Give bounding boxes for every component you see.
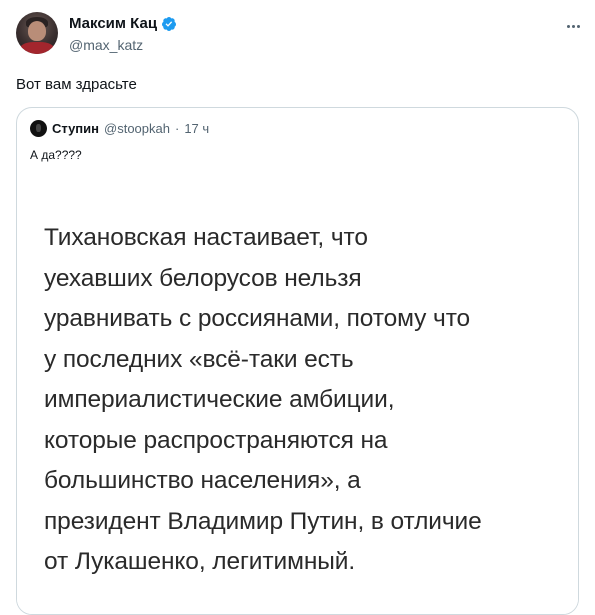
verified-badge-icon [162,17,177,31]
avatar-face [28,21,46,41]
quoted-author-handle[interactable]: @stoopkah [104,121,170,136]
image-text-line: президент Владимир Путин, в отличие [44,507,482,535]
image-text-line: у последних «всё-таки есть [44,345,354,373]
author-handle[interactable]: @max_katz [69,37,143,53]
quoted-tweet-header: Ступин @stoopkah · 17 ч [30,120,209,137]
tweet-text: Вот вам здрасьте [16,76,137,93]
quoted-author-name[interactable]: Ступин [52,121,99,136]
image-text-line: от Лукашенко, легитимный. [44,548,356,575]
avatar-shirt [20,42,54,54]
author-name-row: Максим Кац [69,15,177,33]
image-text-line: уехавших белорусов нельзя [44,264,362,292]
quoted-author-avatar[interactable] [30,120,47,137]
image-text-line: империалистические амбиции, [44,386,395,413]
separator-dot: · [174,121,180,136]
quoted-tweet-time[interactable]: 17 ч [184,121,209,136]
author-avatar[interactable] [16,12,58,54]
image-text-line: большинство населения», а [44,467,361,494]
image-text-line: которые распространяются на [44,426,388,454]
image-text-block: Тихановская настаивает, что уехавших бел… [44,218,482,583]
image-text-line: Тихановская настаивает, что [44,224,368,251]
quoted-tweet-image[interactable]: Тихановская настаивает, что уехавших бел… [17,188,578,614]
tweet: Максим Кац @max_katz Вот вам здрасьте Ст… [0,0,595,615]
quoted-tweet[interactable]: Ступин @stoopkah · 17 ч А да???? Тиханов… [16,107,579,615]
author-display-name[interactable]: Максим Кац [69,15,157,33]
quoted-tweet-text: А да???? [30,148,82,162]
more-options-icon[interactable] [563,18,583,34]
image-text-line: уравнивать с россиянами, потому что [44,305,471,332]
